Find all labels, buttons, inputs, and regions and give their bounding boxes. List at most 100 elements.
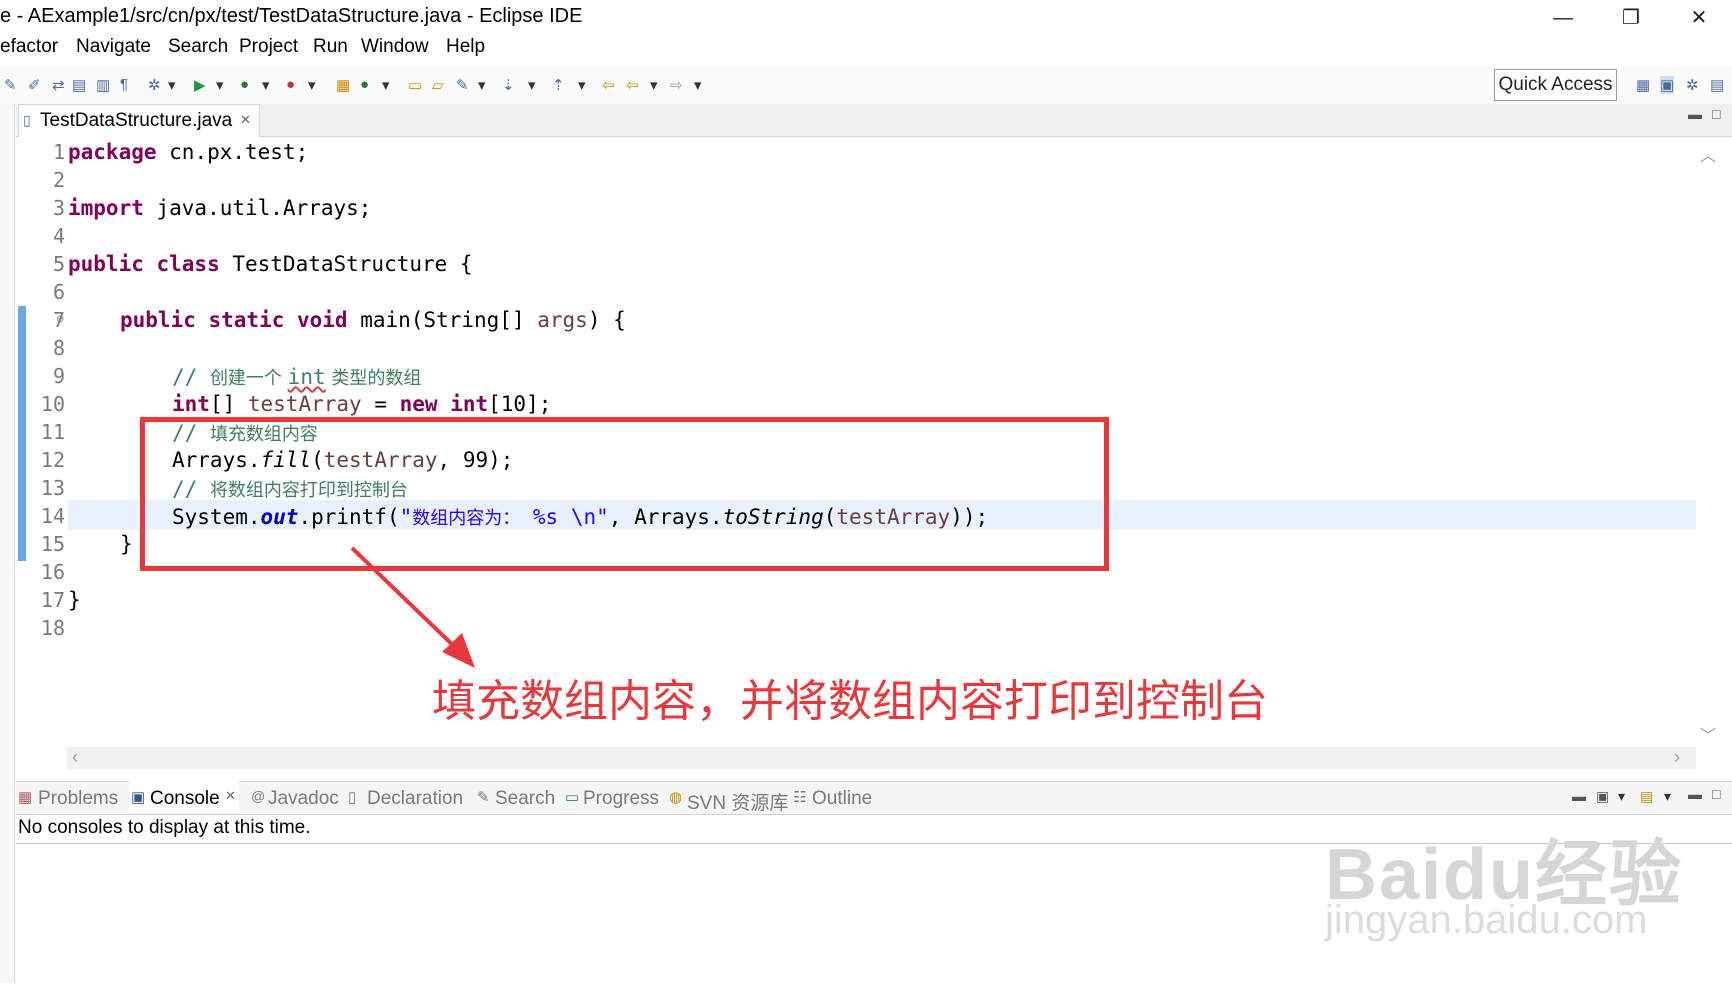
toggle-mark-icon[interactable]: ⇄ [52, 76, 65, 94]
tab-svn-repository[interactable]: SVN 资源库 [687, 788, 788, 815]
tab-console[interactable]: Console [150, 788, 220, 810]
forward-dropdown-icon[interactable]: ▾ [694, 76, 702, 94]
new-package-icon[interactable]: ▦ [336, 76, 350, 94]
panel-maximize-icon[interactable]: □ [1712, 786, 1720, 802]
editor-tab-label[interactable]: TestDataStructure.java [40, 110, 232, 132]
next-annotation-icon[interactable]: ⇣ [502, 76, 515, 94]
problems-icon: ▦ [18, 789, 33, 806]
menu-project[interactable]: Project [239, 36, 298, 58]
panel-minimize-icon[interactable]: ▬ [1688, 786, 1702, 802]
open-folder-icon[interactable]: ▱ [432, 76, 444, 94]
code-line-1: package cn.px.test; [68, 140, 308, 164]
close-button[interactable]: ✕ [1674, 2, 1724, 34]
menu-refactor[interactable]: efactor [0, 36, 58, 58]
paragraph-icon[interactable]: ¶ [120, 76, 128, 93]
code-line-3: import java.util.Arrays; [68, 196, 371, 220]
line-number: 18 [40, 616, 65, 640]
external-tools-icon[interactable]: ● [286, 76, 295, 93]
tab-javadoc[interactable]: Javadoc [268, 788, 339, 810]
line-number: 5 [52, 252, 65, 276]
search-icon: ✎ [477, 789, 490, 806]
left-view-strip [0, 104, 15, 983]
block-select-icon[interactable]: ▤ [72, 76, 86, 94]
scroll-left-icon[interactable]: ‹ [72, 747, 78, 768]
back-dropdown-icon[interactable]: ▾ [650, 76, 658, 94]
open-type-icon[interactable]: ▭ [408, 76, 422, 94]
keyword: public static void [120, 308, 348, 332]
code-line-15: } [120, 532, 133, 556]
horizontal-scrollbar[interactable] [66, 747, 1696, 769]
keyword: import [68, 196, 144, 220]
tab-declaration[interactable]: Declaration [367, 788, 463, 810]
vertical-scrollbar[interactable] [1696, 137, 1716, 747]
new-dropdown-icon[interactable]: ▾ [382, 76, 390, 94]
menu-run[interactable]: Run [313, 36, 348, 58]
coverage-icon[interactable]: ● [240, 76, 249, 93]
minimize-button[interactable]: — [1538, 2, 1588, 34]
editor-maximize-icon[interactable]: □ [1712, 106, 1720, 122]
display-console-icon[interactable]: ▣ [1596, 788, 1609, 805]
pin-icon[interactable]: ✎ [4, 76, 17, 94]
display-dropdown-icon[interactable]: ▾ [1618, 788, 1625, 805]
close-console-icon[interactable]: ✕ [225, 788, 236, 804]
search-dropdown-icon[interactable]: ▾ [478, 76, 486, 94]
run-icon[interactable]: ▶ [194, 76, 206, 94]
tab-problems[interactable]: Problems [38, 788, 118, 810]
next-dropdown-icon[interactable]: ▾ [528, 76, 536, 94]
tab-outline[interactable]: Outline [812, 788, 872, 810]
debug-icon[interactable]: ✲ [148, 76, 161, 94]
back-icon[interactable]: ⇦ [626, 76, 639, 94]
scroll-down-icon[interactable]: ﹀ [1700, 722, 1716, 746]
prev-annotation-icon[interactable]: ⇡ [552, 76, 565, 94]
pin-console-icon[interactable]: ▬ [1572, 788, 1586, 804]
editor-minimize-icon[interactable]: ▬ [1688, 106, 1702, 122]
variable: testArray [247, 392, 362, 416]
menu-navigate[interactable]: Navigate [76, 36, 151, 58]
open-perspective-icon[interactable]: ▦ [1636, 76, 1650, 94]
code-line-5: public class TestDataStructure { [68, 252, 473, 276]
comment: int [287, 365, 326, 389]
line-number: 15 [40, 532, 65, 556]
tab-search[interactable]: Search [495, 788, 555, 810]
coverage-dropdown-icon[interactable]: ▾ [262, 76, 270, 94]
code-text: ) { [587, 308, 626, 332]
line-number: 2 [52, 168, 65, 192]
highlight-icon[interactable]: ✐ [28, 76, 41, 94]
java-perspective-icon[interactable]: ▣ [1660, 76, 1675, 94]
line-number: 11 [40, 420, 65, 444]
menu-window[interactable]: Window [361, 36, 429, 58]
keyword: new [399, 392, 438, 416]
run-dropdown-icon[interactable]: ▾ [216, 76, 224, 94]
keyword: int [172, 392, 210, 416]
open-console-icon[interactable]: ▤ [1640, 788, 1653, 805]
comment: 类型的数组 [325, 368, 422, 389]
code-line-10: int[] testArray = new int[10]; [172, 392, 551, 416]
scroll-right-icon[interactable]: › [1674, 747, 1680, 768]
last-edit-icon[interactable]: ⇦ [602, 76, 615, 94]
toolbar [0, 66, 1732, 105]
code-text: [10]; [488, 392, 552, 416]
keyword: package [68, 140, 157, 164]
whitespace-icon[interactable]: ▥ [96, 76, 110, 94]
watermark-url: jingyan.baidu.com [1325, 898, 1648, 942]
new-class-icon[interactable]: ● [360, 76, 369, 93]
quick-access-field[interactable]: Quick Access [1494, 69, 1617, 101]
search-tool-icon[interactable]: ✎ [456, 76, 469, 94]
close-tab-icon[interactable]: ✕ [240, 112, 251, 128]
debug-perspective-icon[interactable]: ✲ [1686, 76, 1699, 94]
menu-search[interactable]: Search [168, 36, 228, 58]
line-number: 12 [40, 448, 65, 472]
line-number: 16 [40, 560, 65, 584]
scroll-up-icon[interactable]: ︿ [1700, 142, 1716, 166]
maximize-button[interactable]: ❐ [1606, 2, 1656, 34]
line-number: 1 [52, 140, 65, 164]
prev-dropdown-icon[interactable]: ▾ [578, 76, 586, 94]
tab-progress[interactable]: Progress [583, 788, 659, 810]
svn-perspective-icon[interactable]: ▤ [1710, 76, 1724, 94]
forward-icon[interactable]: ⇨ [670, 76, 683, 94]
open-console-dropdown-icon[interactable]: ▾ [1664, 788, 1671, 805]
fold-icon[interactable]: ⊖ [56, 314, 64, 325]
dropdown-arrow-icon[interactable]: ▾ [168, 76, 176, 94]
menu-help[interactable]: Help [446, 36, 485, 58]
external-dropdown-icon[interactable]: ▾ [308, 76, 316, 94]
